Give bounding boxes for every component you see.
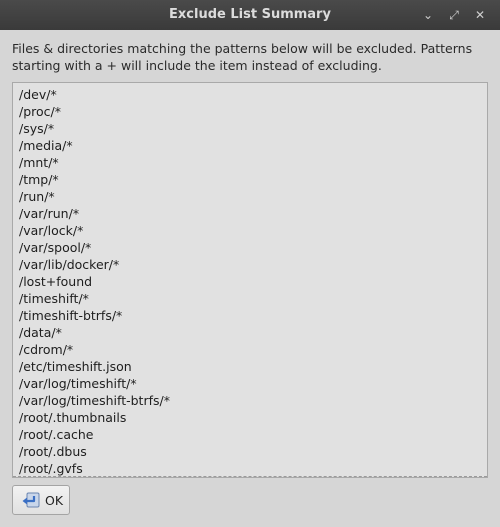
ok-button-label: OK [45, 492, 64, 508]
close-button[interactable]: ✕ [470, 5, 490, 25]
pattern-item: /sys/* [19, 121, 55, 136]
pattern-list-content: /dev/* /proc/* /sys/* /media/* /mnt/* /tmp/* /… [19, 86, 481, 477]
pattern-item: /var/run/* [19, 206, 80, 221]
pattern-item: /timeshift/* [19, 291, 89, 306]
close-icon: ✕ [474, 8, 486, 22]
pattern-item: /mnt/* [19, 155, 59, 170]
pattern-item: /root/.thumbnails [19, 410, 127, 425]
pattern-item: /root/.gvfs [19, 461, 83, 476]
pattern-item: /cdrom/* [19, 342, 74, 357]
pattern-item: /root/.cache [19, 427, 94, 442]
maximize-button[interactable]: ⤢ [444, 5, 464, 25]
minimize-button[interactable]: ⌄ [418, 5, 438, 25]
ok-button[interactable]: OK [12, 485, 70, 515]
pattern-item: /var/log/timeshift/* [19, 376, 137, 391]
pattern-item: /root/.dbus [19, 444, 87, 459]
description-text: Files & directories matching the pattern… [12, 41, 473, 73]
scroll-indicator [13, 476, 487, 477]
exclude-list-dialog: Exclude List Summary ⌄ ⤢ ✕ Files & direc… [0, 0, 500, 527]
pattern-item: /dev/* [19, 87, 57, 102]
pattern-item: /var/lib/docker/* [19, 257, 120, 272]
pattern-item: /tmp/* [19, 172, 59, 187]
maximize-icon: ⤢ [449, 7, 459, 22]
pattern-item: /var/spool/* [19, 240, 92, 255]
pattern-item: /proc/* [19, 104, 61, 119]
pattern-item: /run/* [19, 189, 55, 204]
pattern-item: /data/* [19, 325, 62, 340]
exclude-pattern-list[interactable]: /dev/* /proc/* /sys/* /media/* /mnt/* /tmp/* /… [12, 82, 488, 478]
pattern-item: /var/log/timeshift-btrfs/* [19, 393, 170, 408]
pattern-item: /var/lock/* [19, 223, 84, 238]
pattern-item: /timeshift-btrfs/* [19, 308, 123, 323]
pattern-item: /etc/timeshift.json [19, 359, 132, 374]
pattern-item: /media/* [19, 138, 73, 153]
pattern-item: /lost+found [19, 274, 93, 289]
minimize-icon: ⌄ [422, 8, 434, 22]
title-bar[interactable]: Exclude List Summary ⌄ ⤢ ✕ [0, 0, 500, 30]
return-arrow-icon [22, 492, 40, 508]
